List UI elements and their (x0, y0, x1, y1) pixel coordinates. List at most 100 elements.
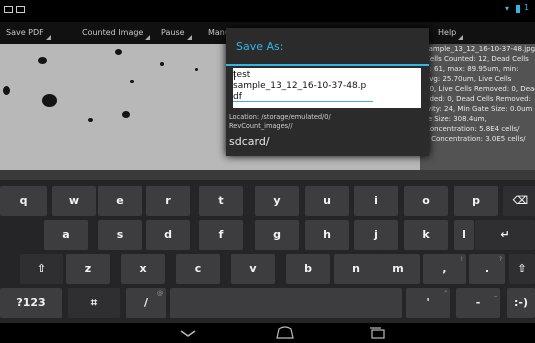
key-label: k (422, 228, 430, 241)
key-label: x (139, 262, 147, 275)
key-n[interactable]: n (334, 254, 378, 284)
key-m[interactable]: m (376, 254, 420, 284)
dialog-title: Save As: (236, 40, 284, 53)
key-punct[interactable]: - _ (456, 288, 500, 318)
filename-input[interactable]: test sample_13_12_16-10-37-48.pdf (233, 68, 421, 108)
symbols-key[interactable]: ?123 (0, 288, 62, 318)
navigation-bar (0, 323, 535, 343)
cell-blob (42, 94, 57, 107)
results-line: sample_13_12_16-10-37-48.jpg (425, 45, 535, 53)
key-label: a (62, 228, 70, 241)
key-t[interactable]: t (199, 186, 243, 216)
gallery-icon (4, 6, 13, 13)
key-v[interactable]: v (231, 254, 275, 284)
status-bar: ▾ 1 (0, 0, 535, 22)
settings-key[interactable]: ⌗ (68, 288, 120, 318)
home-icon[interactable] (274, 326, 296, 340)
save-pdf-button[interactable]: Save PDF (6, 22, 51, 44)
key-label: :-) (514, 296, 528, 309)
key-label: i (374, 194, 378, 207)
soft-keyboard: q w e r t y u i o p ⌫ a s d f g h j k l ↵ ⇧ z x c v b n m,!.? ⇧ ?123 ⌗ /… (0, 180, 535, 323)
cell-blob (115, 49, 122, 55)
cell-blob (122, 111, 130, 118)
key-h[interactable]: h (305, 220, 349, 250)
dialog-title-divider (226, 64, 429, 66)
results-lines: sample_13_12_16-10-37-48.jpg Cells Counte… (420, 44, 535, 144)
path-label[interactable]: sdcard/ (229, 135, 270, 148)
backspace-key[interactable]: ⌫ (503, 186, 535, 216)
key-label: . (484, 262, 490, 275)
counted-image-button[interactable]: Counted Image (82, 22, 151, 44)
key-label: v (249, 262, 257, 275)
key-label: t (218, 194, 224, 207)
key-hint: " (444, 290, 447, 297)
key-b[interactable]: b (286, 254, 330, 284)
results-line: : 0, Live Cells Removed: 0, Dead (425, 85, 535, 93)
recent-apps-icon[interactable] (367, 326, 387, 340)
save-as-dialog: Save As: test sample_13_12_16-10-37-48.p… (226, 28, 429, 156)
key-punct[interactable]: .? (469, 254, 505, 284)
key-label: / (143, 296, 149, 309)
space-bar[interactable] (170, 288, 402, 318)
key-label: f (218, 228, 224, 241)
key-d[interactable]: d (146, 220, 190, 250)
results-line: te Size: 308.4um, (425, 115, 487, 123)
key-c[interactable]: c (176, 254, 220, 284)
pause-button[interactable]: Pause (161, 22, 192, 44)
key-r[interactable]: r (146, 186, 190, 216)
location-label: Location: /storage/emulated/0/ RevCount_… (229, 113, 331, 130)
results-line: Cells Counted: 12, Dead Cells (425, 55, 529, 63)
key-k[interactable]: k (404, 220, 448, 250)
key-f[interactable]: f (199, 220, 243, 250)
key-p[interactable]: p (454, 186, 498, 216)
emoji-key[interactable]: :-) (507, 288, 535, 318)
key-a[interactable]: a (44, 220, 88, 250)
key-label: n (352, 262, 360, 275)
shift-icon: ⇧ (517, 262, 527, 275)
key-label: ' (426, 296, 430, 309)
input-underline (233, 101, 373, 102)
key-j[interactable]: j (354, 220, 398, 250)
key-punct[interactable]: / @ (126, 288, 166, 318)
back-icon[interactable] (178, 326, 198, 340)
key-q[interactable]: q (0, 186, 47, 216)
key-label: c (194, 262, 202, 275)
key-label: s (116, 228, 124, 241)
enter-icon: ↵ (500, 228, 510, 241)
key-o[interactable]: o (404, 186, 448, 216)
key-label: b (304, 262, 312, 275)
key-punct[interactable]: ' " (406, 288, 450, 318)
battery-icon (516, 5, 520, 13)
key-label: r (165, 194, 171, 207)
clock-fragment: 1 (524, 3, 530, 12)
shift-key[interactable]: ⇧ (20, 254, 63, 284)
key-s[interactable]: s (98, 220, 142, 250)
key-g[interactable]: g (255, 220, 299, 250)
results-line: avg: 25.70um, Live Cells (425, 75, 512, 83)
key-label: j (374, 228, 378, 241)
key-label: d (164, 228, 172, 241)
key-l[interactable]: l (454, 220, 474, 250)
shift-key[interactable]: ⇧ (509, 254, 535, 284)
results-line: ivity: 24, Min Gate Size: 0.0um (425, 105, 533, 113)
key-w[interactable]: w (52, 186, 96, 216)
suggestion-strip (0, 170, 535, 180)
results-line: Concentration: 5.8E4 cells/ (425, 125, 520, 133)
help-button[interactable]: Help (438, 22, 464, 44)
key-label: - (475, 296, 481, 309)
key-label: h (323, 228, 331, 241)
key-label: , (442, 262, 447, 275)
cell-blob (3, 86, 10, 95)
key-z[interactable]: z (66, 254, 110, 284)
results-line: ll Concentration: 3.0E5 cells/ (425, 135, 526, 143)
settings-icon: ⌗ (90, 296, 98, 309)
key-i[interactable]: i (354, 186, 398, 216)
enter-key[interactable]: ↵ (475, 220, 535, 250)
key-e[interactable]: e (98, 186, 142, 216)
backspace-icon: ⌫ (512, 194, 529, 207)
key-label: u (323, 194, 331, 207)
cell-blob (195, 68, 198, 71)
filename-input-text: test sample_13_12_16-10-37-48.pdf (233, 70, 367, 102)
key-y[interactable]: y (255, 186, 299, 216)
key-u[interactable]: u (305, 186, 349, 216)
